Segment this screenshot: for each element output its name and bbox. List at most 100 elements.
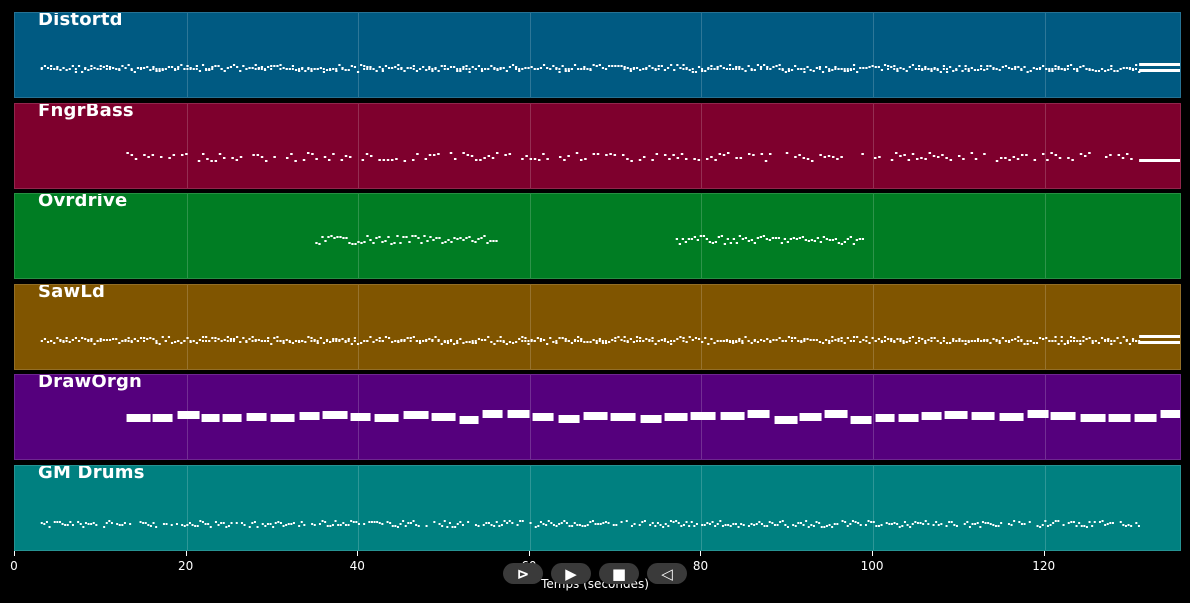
note [1018, 521, 1021, 523]
note [639, 336, 642, 339]
note [564, 70, 567, 72]
track-name: GM Drums [38, 465, 145, 483]
note [640, 415, 662, 424]
note [854, 521, 857, 523]
track-lane-distortd[interactable]: Distortd [14, 12, 1181, 98]
note [313, 68, 316, 70]
note [448, 522, 451, 524]
note [617, 65, 620, 67]
note [790, 339, 793, 342]
track-lane-gm-drums[interactable]: GM Drums [14, 465, 1181, 551]
note [682, 339, 685, 342]
note [474, 524, 477, 526]
note [1085, 526, 1088, 528]
note [639, 69, 642, 71]
note [596, 152, 600, 155]
note [144, 522, 147, 524]
note [159, 155, 163, 158]
note [301, 339, 304, 342]
note [545, 524, 548, 526]
note [1110, 339, 1113, 342]
note [750, 239, 754, 242]
note [325, 339, 328, 342]
note [264, 159, 268, 162]
axis-tick-label: 120 [1032, 559, 1056, 573]
note [1051, 68, 1054, 70]
note [1029, 70, 1032, 72]
note [831, 339, 834, 342]
note [940, 523, 943, 525]
play-button[interactable]: ▶ [551, 563, 591, 584]
note [583, 66, 586, 68]
note [840, 155, 843, 158]
note [958, 65, 961, 67]
note [214, 159, 218, 162]
note [1000, 522, 1003, 524]
note [229, 337, 233, 340]
note [167, 335, 171, 338]
note [607, 522, 610, 524]
note [961, 70, 964, 72]
note [924, 68, 927, 70]
track-lane-ovrdrive[interactable]: Ovrdrive [14, 193, 1181, 280]
note [1004, 156, 1007, 159]
note [667, 525, 670, 527]
note [571, 525, 574, 527]
note [577, 68, 580, 70]
note [374, 414, 399, 423]
track-lane-sawld[interactable]: SawLd [14, 283, 1181, 370]
track-lane-fngrbass[interactable]: FngrBass [14, 102, 1181, 189]
note [285, 524, 288, 526]
note [536, 336, 539, 339]
note [306, 151, 310, 154]
note [229, 66, 233, 68]
note [1094, 339, 1097, 342]
note [1048, 70, 1051, 72]
note [43, 337, 47, 340]
note [443, 520, 446, 522]
play-icon: ▶ [565, 564, 577, 583]
rewind-button[interactable]: ◁ [647, 563, 687, 584]
note [1028, 521, 1031, 523]
note [539, 521, 542, 523]
note [774, 416, 798, 425]
note [821, 71, 825, 73]
note [728, 339, 731, 342]
note [505, 70, 508, 72]
skip-back-button[interactable]: ⊳ [503, 563, 543, 584]
note [524, 336, 527, 339]
note [822, 236, 826, 239]
note [581, 525, 584, 527]
note [263, 68, 266, 70]
note [1020, 68, 1023, 70]
note [245, 339, 248, 342]
note [420, 242, 423, 245]
note [1020, 523, 1023, 525]
note [963, 523, 966, 525]
note [932, 154, 936, 157]
note [927, 68, 930, 70]
note [291, 68, 294, 70]
note [937, 524, 940, 526]
stop-button[interactable]: ■ [599, 563, 639, 584]
note [970, 151, 974, 154]
note [702, 235, 706, 238]
note [431, 339, 434, 342]
note [716, 68, 719, 70]
note [651, 336, 654, 339]
track-lane-draworgn[interactable]: DrawOrgn [14, 374, 1181, 461]
note [663, 153, 667, 156]
note [936, 339, 939, 342]
note [724, 524, 727, 526]
note [1139, 69, 1180, 72]
note [467, 521, 470, 523]
note [741, 68, 744, 70]
note [1131, 337, 1135, 340]
note [1107, 339, 1110, 342]
note [682, 68, 685, 70]
note [567, 70, 570, 72]
note [962, 157, 965, 160]
note [732, 523, 735, 525]
note [971, 412, 995, 421]
note [623, 335, 626, 338]
